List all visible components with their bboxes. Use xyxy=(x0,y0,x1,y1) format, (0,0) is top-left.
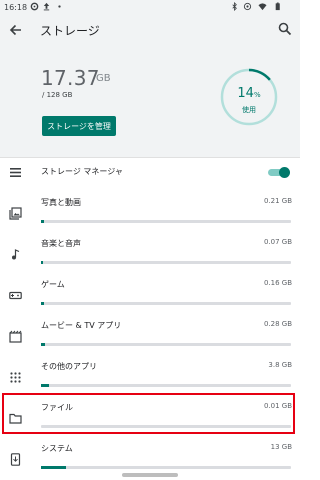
status-bar: 16:18 xyxy=(0,0,300,16)
category-label: ムービー & TV アプリ xyxy=(41,321,122,330)
search-icon[interactable] xyxy=(278,22,292,36)
upload-icon xyxy=(43,2,50,11)
photo-icon xyxy=(9,207,22,220)
category-usage-fill xyxy=(41,384,49,387)
category-row-games[interactable]: ゲーム 0.16 GB xyxy=(0,275,300,316)
status-time: 16:18 xyxy=(4,3,28,12)
category-usage-bar xyxy=(41,466,291,469)
system-update-icon xyxy=(10,453,21,466)
battery-icon xyxy=(275,2,280,11)
total-storage: / 128 GB xyxy=(42,91,73,99)
page-title: ストレージ xyxy=(40,24,100,38)
category-usage-fill xyxy=(41,261,43,264)
back-arrow-icon[interactable] xyxy=(8,22,24,38)
bluetooth-icon xyxy=(232,2,237,11)
dot-icon xyxy=(58,5,61,8)
category-label: ゲーム xyxy=(41,280,65,289)
category-size: 13 GB xyxy=(270,443,292,451)
category-size: 0.21 GB xyxy=(263,197,292,205)
category-size: 0.07 GB xyxy=(263,238,292,246)
category-usage-bar xyxy=(41,261,291,264)
category-label: 写真と動画 xyxy=(41,198,81,207)
category-usage-bar xyxy=(41,220,291,223)
storage-manager-row[interactable]: ストレージ マネージャ xyxy=(0,152,300,193)
category-row-music[interactable]: 音楽と音声 0.07 GB xyxy=(0,234,300,275)
category-usage-fill xyxy=(41,343,45,346)
category-usage-bar xyxy=(41,302,291,305)
category-row-movies[interactable]: ムービー & TV アプリ 0.28 GB xyxy=(0,316,300,357)
usage-percent: 14% xyxy=(219,86,279,101)
category-row-other-apps[interactable]: その他のアプリ 3.8 GB xyxy=(0,357,300,398)
storage-manager-label: ストレージ マネージャ xyxy=(41,167,123,176)
category-usage-fill xyxy=(41,466,66,469)
highlight-box xyxy=(2,393,295,434)
usage-percent-number: 14 xyxy=(237,86,254,101)
apps-grid-icon xyxy=(10,372,21,383)
gear-icon xyxy=(30,2,39,11)
category-size: 3.8 GB xyxy=(268,361,292,369)
gesture-nav-handle[interactable] xyxy=(122,473,178,477)
music-note-icon xyxy=(12,249,20,260)
storage-manager-toggle[interactable] xyxy=(268,166,290,178)
category-label: 音楽と音声 xyxy=(41,239,81,248)
category-size: 0.16 GB xyxy=(263,279,292,287)
category-label: システム xyxy=(41,444,73,453)
gamepad-icon xyxy=(9,291,22,300)
category-size: 0.28 GB xyxy=(263,320,292,328)
category-usage-bar xyxy=(41,343,291,346)
usage-percent-sign: % xyxy=(253,91,261,99)
used-storage-unit: GB xyxy=(96,73,111,84)
category-usage-fill xyxy=(41,302,44,305)
usage-label: 使用 xyxy=(242,106,256,114)
movie-icon xyxy=(9,330,22,343)
toggle-thumb xyxy=(279,167,290,178)
manage-storage-button[interactable]: ストレージを管理 xyxy=(42,116,116,136)
used-storage-value: 17.37 xyxy=(41,66,100,90)
list-icon xyxy=(10,168,21,177)
wifi-icon xyxy=(258,3,267,11)
category-usage-fill xyxy=(41,220,44,223)
category-usage-bar xyxy=(41,384,291,387)
rotate-icon xyxy=(243,2,252,11)
category-label: その他のアプリ xyxy=(41,362,97,371)
category-row-photos[interactable]: 写真と動画 0.21 GB xyxy=(0,193,300,234)
app-bar: ストレージ xyxy=(0,16,300,44)
